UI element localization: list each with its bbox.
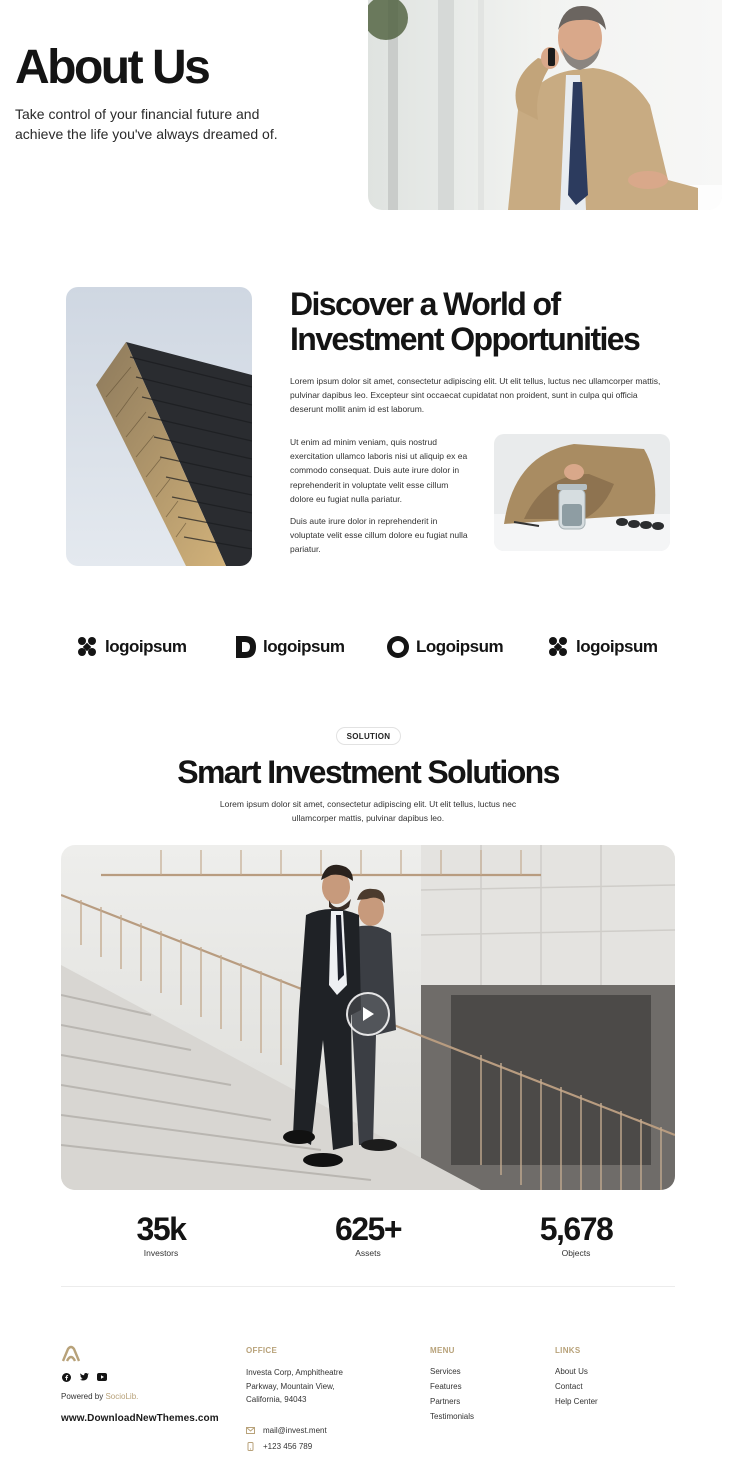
phone-text: +123 456 789 xyxy=(263,1442,313,1451)
stat-label: Objects xyxy=(561,1248,591,1258)
office-phone[interactable]: +123 456 789 xyxy=(246,1442,312,1451)
partner-logo-text: logoipsum xyxy=(105,637,187,656)
hero-businessman-image xyxy=(368,0,722,210)
play-button[interactable] xyxy=(346,992,390,1036)
page-title: About Us xyxy=(15,41,211,94)
stat-label: Investors xyxy=(143,1248,179,1258)
partner-logo-text: logoipsum xyxy=(576,637,658,656)
stat-value: 5,678 xyxy=(539,1211,614,1247)
stat-assets: 625+ Assets xyxy=(288,1210,448,1258)
footer-menu-features[interactable]: Features xyxy=(430,1382,462,1391)
partner-logo-text: logoipsum xyxy=(263,637,345,656)
partner-logo-2: logoipsum xyxy=(235,632,345,662)
website-url: www.DownloadNewThemes.com xyxy=(61,1413,219,1424)
twitter-icon[interactable] xyxy=(79,1372,89,1382)
section-badge: SOLUTION xyxy=(336,727,401,745)
footer-menu-partners[interactable]: Partners xyxy=(430,1397,460,1406)
stat-label: Assets xyxy=(355,1248,381,1258)
footer-divider xyxy=(61,1286,675,1287)
links-heading: LINKS xyxy=(555,1346,581,1355)
skyscraper-image xyxy=(66,287,252,566)
office-heading: OFFICE xyxy=(246,1346,278,1355)
blob-logo-icon xyxy=(549,637,567,656)
office-address: Investa Corp, Amphitheatre Parkway, Moun… xyxy=(246,1368,343,1404)
powered-prefix: Powered by xyxy=(61,1392,106,1401)
stat-objects: 5,678 Objects xyxy=(496,1210,656,1258)
partner-logo-3: Logoipsum xyxy=(386,632,504,662)
d-logo-icon xyxy=(236,636,256,658)
hero-subtitle: Take control of your financial future an… xyxy=(15,106,278,142)
brand-logo-icon xyxy=(61,1345,81,1362)
footer-link-help-center[interactable]: Help Center xyxy=(555,1397,598,1406)
stat-value: 625+ xyxy=(334,1211,403,1247)
footer-link-contact[interactable]: Contact xyxy=(555,1382,583,1391)
menu-heading: MENU xyxy=(430,1346,455,1355)
footer-link-about-us[interactable]: About Us xyxy=(555,1367,588,1376)
gear-ring-logo-icon xyxy=(387,636,409,658)
discover-paragraph-3: Duis aute irure dolor in reprehenderit i… xyxy=(290,516,468,555)
discover-paragraph: Lorem ipsum dolor sit amet, consectetur … xyxy=(290,376,661,414)
youtube-icon[interactable] xyxy=(97,1372,107,1382)
footer-menu-testimonials[interactable]: Testimonials xyxy=(430,1412,474,1421)
powered-by: Powered by SocioLib. xyxy=(61,1392,138,1401)
partner-logo-1: logoipsum xyxy=(75,632,187,662)
blob-logo-icon xyxy=(78,637,96,656)
footer-menu-services[interactable]: Services xyxy=(430,1367,461,1376)
discover-heading: Discover a World of Investment Opportuni… xyxy=(290,286,641,357)
footer-brand-logo[interactable] xyxy=(61,1345,81,1368)
mail-icon xyxy=(246,1427,255,1434)
solution-heading: Smart Investment Solutions xyxy=(177,754,560,790)
discover-paragraph-2: Ut enim ad minim veniam, quis nostrud ex… xyxy=(290,437,468,504)
play-icon xyxy=(363,1007,374,1021)
stat-investors: 35k Investors xyxy=(81,1210,241,1258)
solution-subtitle: Lorem ipsum dolor sit amet, consectetur … xyxy=(219,799,517,823)
office-email[interactable]: mail@invest.ment xyxy=(246,1426,327,1435)
phone-icon xyxy=(247,1442,254,1451)
facebook-icon[interactable] xyxy=(61,1372,71,1382)
stat-value: 35k xyxy=(136,1211,187,1247)
partner-logo-text: Logoipsum xyxy=(416,637,504,656)
email-text: mail@invest.ment xyxy=(263,1426,327,1435)
coin-jar-image xyxy=(494,434,670,551)
powered-brand-link[interactable]: SocioLib. xyxy=(105,1392,138,1401)
partner-logo-4: logoipsum xyxy=(546,632,658,662)
